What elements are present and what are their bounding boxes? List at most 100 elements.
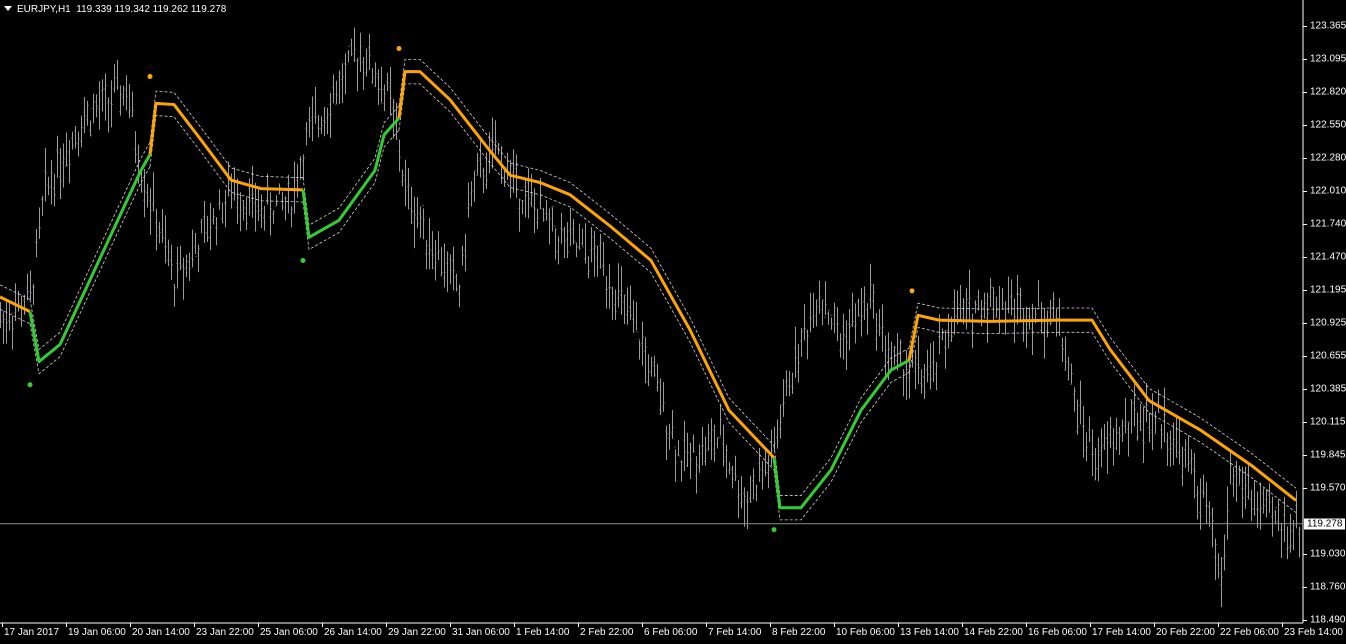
- price-bar: [1088, 416, 1091, 443]
- price-bar: [149, 188, 152, 235]
- y-tick-label: 122.820: [1310, 86, 1346, 98]
- price-bar: [581, 228, 584, 248]
- price-bar: [707, 423, 710, 451]
- price-bar: [1229, 450, 1232, 485]
- y-tick: [1303, 256, 1307, 258]
- price-bar: [1091, 429, 1094, 477]
- dropdown-triangle-icon[interactable]: [4, 6, 12, 11]
- price-bar: [593, 231, 596, 277]
- price-bar: [146, 183, 149, 208]
- x-tick-label: 13 Feb 14:00: [900, 627, 959, 638]
- y-tick-label: 118.490: [1310, 614, 1346, 626]
- x-tick: [578, 623, 579, 627]
- price-bar: [554, 225, 557, 260]
- price-bar: [1241, 466, 1244, 519]
- price-bar: [470, 181, 473, 207]
- price-bar: [776, 419, 779, 449]
- price-bar: [689, 442, 692, 479]
- price-bar: [1268, 483, 1271, 513]
- price-bar: [659, 378, 662, 416]
- price-bar: [305, 121, 308, 146]
- price-bar: [890, 341, 893, 370]
- low-value: 119.262: [152, 4, 189, 15]
- envelope-band: [29, 142, 151, 351]
- price-bar: [728, 461, 731, 475]
- envelope-band: [302, 105, 400, 226]
- y-tick-label: 120.115: [1310, 416, 1346, 428]
- price-bar: [131, 91, 134, 118]
- price-bar: [1016, 274, 1019, 325]
- price-bar: [629, 285, 632, 320]
- price-bar: [302, 154, 305, 180]
- price-bar: [701, 427, 704, 466]
- price-bar: [257, 187, 260, 222]
- price-bar: [506, 152, 509, 184]
- price-bar: [389, 67, 392, 115]
- price-bar: [2, 311, 5, 345]
- x-tick: [642, 623, 643, 627]
- price-bar: [815, 299, 818, 327]
- price-bar: [1061, 337, 1064, 363]
- price-bar: [425, 239, 428, 270]
- price-chart[interactable]: [0, 0, 1346, 644]
- price-bar: [1103, 423, 1106, 450]
- price-bar: [785, 370, 788, 397]
- price-bar: [578, 223, 581, 250]
- price-bar: [1022, 309, 1025, 342]
- price-bar: [317, 114, 320, 138]
- price-bar: [1058, 298, 1061, 336]
- price-bar: [536, 208, 539, 230]
- price-bar: [881, 304, 884, 352]
- y-tick-label: 120.385: [1310, 383, 1346, 395]
- price-bar: [215, 217, 218, 246]
- current-price-label: 119.278: [1304, 518, 1346, 530]
- price-bar: [551, 205, 554, 232]
- price-bar: [983, 292, 986, 319]
- price-bar: [1280, 522, 1283, 558]
- price-bar: [212, 208, 215, 225]
- price-bar: [752, 468, 755, 500]
- price-bar: [416, 197, 419, 229]
- price-bar: [1142, 406, 1145, 464]
- price-bar: [521, 199, 524, 215]
- y-tick-label: 119.845: [1310, 449, 1346, 461]
- price-bar: [860, 287, 863, 337]
- price-bar: [920, 369, 923, 394]
- y-tick: [1303, 421, 1307, 423]
- price-bar: [119, 85, 122, 116]
- price-bar: [350, 38, 353, 57]
- price-bar: [1082, 406, 1085, 458]
- price-bar: [1256, 491, 1259, 529]
- price-bar: [32, 283, 35, 305]
- price-bar: [407, 168, 410, 210]
- price-bar: [1211, 507, 1214, 548]
- price-bar: [41, 196, 44, 216]
- y-tick: [1303, 158, 1307, 160]
- price-bar: [83, 96, 86, 133]
- y-tick-label: 122.550: [1310, 119, 1346, 131]
- price-bar: [830, 314, 833, 330]
- price-bar: [494, 120, 497, 155]
- indicator-line-up: [301, 116, 401, 239]
- price-bar: [1181, 446, 1184, 487]
- price-bar: [197, 244, 200, 273]
- x-tick-label: 22 Feb 06:00: [1220, 627, 1279, 638]
- x-tick-label: 17 Feb 14:00: [1092, 627, 1151, 638]
- price-bar: [1253, 480, 1256, 516]
- price-bar: [584, 223, 587, 264]
- price-bar: [1205, 482, 1208, 525]
- x-tick: [770, 623, 771, 627]
- price-bar: [191, 229, 194, 268]
- price-bar: [275, 195, 278, 207]
- x-tick: [898, 623, 899, 627]
- price-bar: [206, 215, 209, 242]
- price-bar: [620, 266, 623, 315]
- signal-dot-down: [147, 74, 153, 80]
- x-tick: [258, 623, 259, 627]
- price-bar: [821, 299, 824, 326]
- price-bar: [674, 446, 677, 482]
- price-bar: [638, 338, 641, 360]
- price-bar: [1010, 279, 1013, 316]
- y-tick: [1303, 290, 1307, 292]
- envelope-band: [908, 326, 1297, 513]
